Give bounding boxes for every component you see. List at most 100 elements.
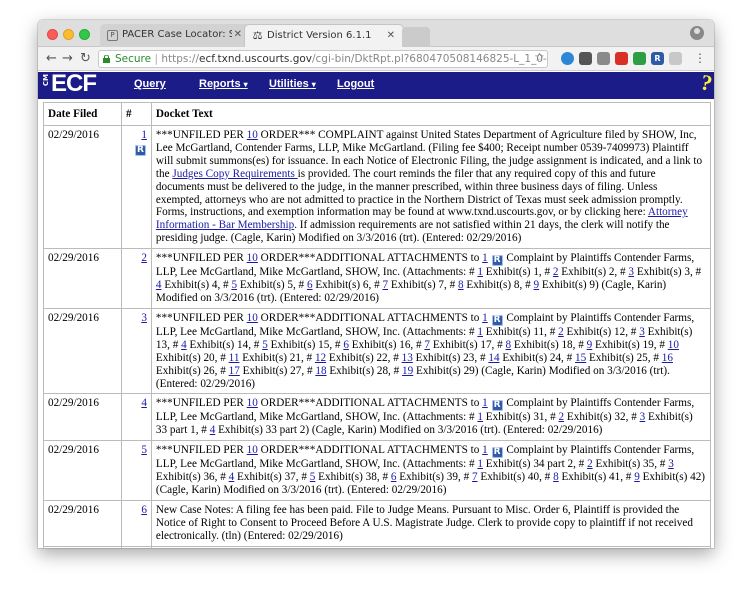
menu-utilities[interactable]: Utilities ▾	[269, 78, 316, 90]
document-link[interactable]: 11	[229, 352, 240, 364]
new-tab-button[interactable]	[402, 27, 430, 47]
document-link[interactable]: 1	[482, 312, 488, 324]
document-link[interactable]: 1	[482, 397, 488, 409]
document-link[interactable]: 8	[553, 471, 559, 483]
docket-number-link[interactable]: 4	[141, 397, 147, 409]
recap-icon[interactable]: R	[491, 314, 503, 326]
document-link[interactable]: 1	[477, 326, 483, 338]
date-filed-cell: 02/29/2016	[43, 545, 122, 548]
document-link[interactable]: 4	[229, 471, 235, 483]
bookmark-star-icon[interactable]: ☆	[534, 50, 545, 64]
document-link[interactable]: Judges Copy Requirements	[172, 168, 297, 180]
document-link[interactable]: 16	[662, 352, 673, 364]
docket-table: Date Filed # Docket Text 02/29/2016 1 R **…	[43, 102, 712, 548]
docket-text-cell: Request for Clerk to issue Summons filed…	[150, 545, 712, 548]
docket-number-link[interactable]: 3	[141, 312, 147, 324]
document-link[interactable]: 2	[558, 326, 564, 338]
extension-icon[interactable]	[561, 52, 574, 65]
recap-extension-icon[interactable]: R	[651, 52, 664, 65]
document-link[interactable]: 8	[506, 339, 512, 351]
document-link[interactable]: 3	[628, 266, 634, 278]
minimize-window-button[interactable]	[63, 29, 74, 40]
document-link[interactable]: 8	[458, 279, 464, 291]
document-link[interactable]: 9	[534, 279, 540, 291]
chevron-down-icon: ▾	[243, 80, 248, 89]
document-link[interactable]: 4	[181, 339, 187, 351]
document-link[interactable]: 9	[587, 339, 593, 351]
extension-icon[interactable]	[615, 52, 628, 65]
document-link[interactable]: 10	[247, 252, 258, 264]
document-link[interactable]: 13	[402, 352, 413, 364]
menu-logout[interactable]: Logout	[337, 78, 374, 90]
maximize-window-button[interactable]	[79, 29, 90, 40]
menu-query[interactable]: Query	[134, 78, 166, 90]
document-link[interactable]: 10	[668, 339, 679, 351]
back-arrow-icon[interactable]: ←	[46, 51, 57, 67]
tab-pacer-case-locator[interactable]: P PACER Case Locator: Search R ✕	[100, 24, 250, 47]
document-link[interactable]: 15	[575, 352, 586, 364]
document-link[interactable]: 1	[477, 458, 483, 470]
document-link[interactable]: 6	[343, 339, 349, 351]
document-link[interactable]: 1	[482, 444, 488, 456]
url-path: /cgi-bin/DktRpt.pl?680470508146825-L_1_0…	[312, 53, 548, 65]
docket-number-cell: 6	[120, 499, 152, 547]
document-link[interactable]: 2	[587, 458, 593, 470]
forward-arrow-icon[interactable]: →	[62, 51, 73, 67]
close-tab-icon[interactable]: ✕	[387, 30, 395, 41]
help-button[interactable]: ?	[688, 72, 714, 99]
extension-icon[interactable]	[633, 52, 646, 65]
document-link[interactable]: 1	[482, 252, 488, 264]
close-tab-icon[interactable]: ✕	[234, 29, 242, 40]
document-link[interactable]: 3	[640, 411, 646, 423]
document-link[interactable]: 10	[247, 444, 258, 456]
document-link[interactable]: 1	[477, 411, 483, 423]
recap-icon[interactable]: R	[134, 144, 146, 156]
document-link[interactable]: 2	[553, 266, 559, 278]
user-profile-icon[interactable]	[690, 26, 704, 40]
document-link[interactable]: 2	[559, 411, 565, 423]
docket-number-link[interactable]: 2	[141, 252, 147, 264]
extension-icon[interactable]	[669, 52, 682, 65]
recap-icon[interactable]: R	[491, 255, 503, 267]
document-link[interactable]: 10	[247, 129, 258, 141]
extension-icon[interactable]	[597, 52, 610, 65]
docket-number-link[interactable]: 1	[141, 129, 147, 141]
document-link[interactable]: 18	[315, 365, 326, 377]
document-link[interactable]: 5	[262, 339, 268, 351]
document-link[interactable]: 7	[382, 279, 388, 291]
document-link[interactable]: Attorney Information - Bar Membership	[156, 206, 688, 231]
document-link[interactable]: 3	[668, 458, 674, 470]
document-link[interactable]: 7	[424, 339, 430, 351]
document-link[interactable]: 9	[634, 471, 640, 483]
document-link[interactable]: 1	[477, 266, 483, 278]
date-filed-cell: 02/29/2016	[43, 393, 122, 442]
document-link[interactable]: 17	[229, 365, 240, 377]
document-link[interactable]: 14	[488, 352, 499, 364]
document-link[interactable]: 19	[402, 365, 413, 377]
docket-text-cell: ***UNFILED PER 10 ORDER***ADDITIONAL ATT…	[150, 393, 712, 442]
document-link[interactable]: 5	[310, 471, 316, 483]
document-link[interactable]: 10	[247, 397, 258, 409]
document-link[interactable]: 4	[156, 279, 162, 291]
close-window-button[interactable]	[47, 29, 58, 40]
document-link[interactable]: 12	[315, 352, 326, 364]
document-link[interactable]: 4	[210, 424, 216, 436]
browser-menu-icon[interactable]: ⋮	[694, 51, 706, 65]
url-separator: |	[154, 53, 158, 65]
recap-icon[interactable]: R	[491, 447, 503, 459]
lock-icon	[103, 55, 110, 63]
docket-number-link[interactable]: 5	[141, 444, 147, 456]
reload-icon[interactable]: ↻	[80, 51, 91, 67]
document-link[interactable]: 6	[391, 471, 397, 483]
document-link[interactable]: 10	[247, 312, 258, 324]
tab-district-version[interactable]: ⚖ District Version 6.1.1 ✕	[244, 24, 404, 47]
recap-icon[interactable]: R	[491, 400, 503, 412]
docket-number-link[interactable]: 6	[141, 504, 147, 516]
document-link[interactable]: 6	[307, 279, 313, 291]
document-link[interactable]: 7	[472, 471, 478, 483]
address-bar[interactable]: Secure | https://ecf.txnd.uscourts.gov/c…	[98, 50, 548, 68]
document-link[interactable]: 3	[639, 326, 645, 338]
menu-reports[interactable]: Reports ▾	[199, 78, 248, 90]
extension-icon[interactable]	[579, 52, 592, 65]
document-link[interactable]: 5	[231, 279, 237, 291]
